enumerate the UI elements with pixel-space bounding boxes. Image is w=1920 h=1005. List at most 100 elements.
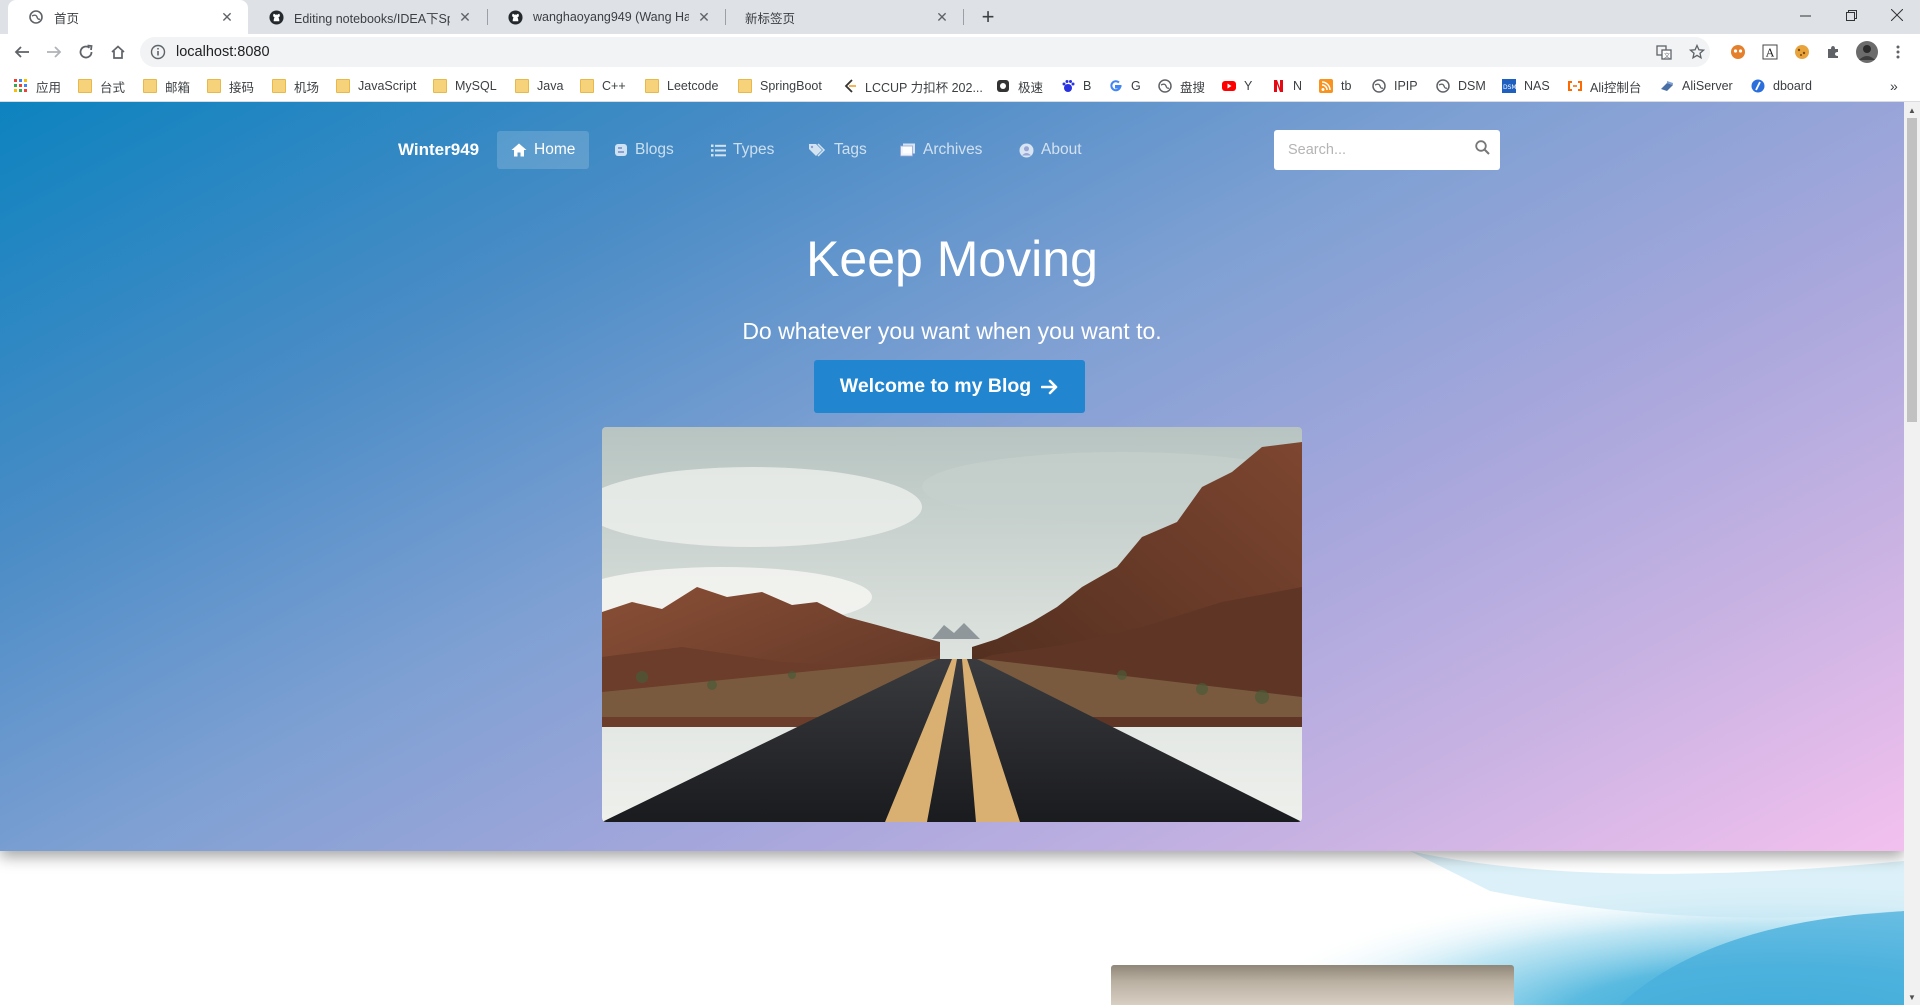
bookmark-folder[interactable]: Leetcode	[645, 77, 718, 95]
bookmark-label: 邮箱	[165, 80, 191, 95]
tab-strip: 首页 ✕ Editing notebooks/IDEA下Spri ✕ wangh…	[0, 0, 1920, 34]
nav-label: Blogs	[635, 141, 674, 158]
github-icon	[268, 9, 284, 25]
bookmark-link[interactable]: AliServer	[1660, 77, 1733, 95]
nav-label: About	[1041, 141, 1082, 158]
server-icon	[1660, 79, 1674, 93]
profile-avatar-icon[interactable]	[1854, 39, 1880, 65]
tags-icon	[809, 143, 827, 157]
more-bookmarks-icon[interactable]: »	[1890, 77, 1898, 95]
bookmark-link[interactable]: N	[1271, 77, 1302, 95]
bookmark-folder[interactable]: MySQL	[433, 77, 497, 95]
bookmark-link[interactable]: tb	[1319, 77, 1351, 95]
bookmark-link[interactable]: DSM NAS	[1502, 77, 1550, 95]
nav-archives[interactable]: Archives	[886, 131, 996, 169]
folder-icon	[515, 79, 529, 93]
page-viewport: Winter949 Home Blogs Types Tags Archives…	[0, 102, 1904, 1005]
home-button-icon[interactable]	[104, 38, 132, 66]
nav-label: Home	[534, 141, 576, 158]
folder-icon	[78, 79, 92, 93]
bookmark-folder[interactable]: 台式	[78, 77, 125, 95]
nav-types[interactable]: Types	[697, 131, 788, 169]
bookmark-folder[interactable]: C++	[580, 77, 626, 95]
search-icon[interactable]	[1475, 140, 1490, 160]
search-input[interactable]	[1288, 142, 1475, 158]
rss-icon	[1319, 79, 1333, 93]
google-icon	[1109, 79, 1123, 93]
browser-tab[interactable]: wanghaoyang949 (Wang Hao ✕	[487, 0, 725, 34]
forward-icon[interactable]	[40, 38, 68, 66]
bookmarks-bar: 应用 台式 邮箱 接码 机场 JavaScript MySQL Java C++…	[0, 70, 1920, 102]
address-bar[interactable]: localhost:8080	[140, 37, 1710, 67]
bookmark-star-icon[interactable]	[1688, 43, 1706, 61]
archive-icon	[900, 143, 916, 157]
bookmark-folder[interactable]: 邮箱	[143, 77, 190, 95]
extensions-puzzle-icon[interactable]	[1823, 42, 1843, 62]
tab-title: 新标签页	[745, 11, 796, 26]
bookmark-link[interactable]: 极速	[996, 77, 1043, 95]
back-icon[interactable]	[8, 38, 36, 66]
speed-icon	[996, 79, 1010, 93]
bookmark-folder[interactable]: 机场	[272, 77, 319, 95]
minimize-icon[interactable]	[1782, 0, 1828, 30]
nav-home[interactable]: Home	[497, 131, 590, 169]
site-search	[1274, 130, 1500, 170]
nav-blogs[interactable]: Blogs	[600, 131, 688, 169]
browser-tab[interactable]: Editing notebooks/IDEA下Spri ✕	[248, 0, 486, 34]
svg-text:文: 文	[1664, 52, 1670, 60]
bookmark-label: 机场	[294, 80, 320, 95]
cookie-icon[interactable]	[1792, 42, 1812, 62]
aliyun-icon	[1568, 79, 1582, 93]
post-card-image[interactable]	[1111, 965, 1514, 1005]
bookmark-link[interactable]: DSM	[1436, 77, 1486, 95]
nav-tags[interactable]: Tags	[795, 131, 881, 169]
nav-label: Archives	[923, 141, 983, 158]
bookmark-label: Y	[1244, 79, 1253, 93]
youtube-icon	[1222, 79, 1236, 93]
bookmark-link[interactable]: dboard	[1751, 77, 1812, 95]
scroll-down-icon[interactable]: ▼	[1904, 989, 1920, 1005]
bookmark-label: C++	[602, 79, 626, 93]
font-extension-icon[interactable]: A	[1760, 42, 1780, 62]
bookmark-link[interactable]: Ali控制台	[1568, 77, 1641, 95]
browser-tab-active[interactable]: 首页 ✕	[8, 0, 248, 34]
nav-about[interactable]: About	[1005, 131, 1096, 169]
bookmark-link[interactable]: G	[1109, 77, 1141, 95]
bookmark-folder[interactable]: 接码	[207, 77, 254, 95]
list-icon	[711, 144, 726, 157]
close-tab-icon[interactable]: ✕	[933, 8, 951, 26]
site-brand[interactable]: Winter949	[398, 140, 479, 160]
welcome-button[interactable]: Welcome to my Blog	[814, 360, 1085, 413]
browser-menu-icon[interactable]	[1888, 42, 1908, 62]
blog-icon	[614, 143, 628, 157]
tampermonkey-icon[interactable]	[1728, 42, 1748, 62]
close-window-icon[interactable]	[1874, 0, 1920, 30]
bookmark-folder[interactable]: Java	[515, 77, 563, 95]
bookmark-label: 盘搜	[1180, 80, 1206, 95]
reload-icon[interactable]	[72, 38, 100, 66]
bookmark-folder[interactable]: SpringBoot	[738, 77, 822, 95]
bookmark-link[interactable]: LCCUP 力扣杯 202...	[843, 77, 983, 95]
browser-tab[interactable]: 新标签页 ✕	[725, 0, 963, 34]
scroll-up-icon[interactable]: ▲	[1904, 102, 1920, 118]
home-icon	[511, 143, 527, 157]
bookmark-label: NAS	[1524, 79, 1550, 93]
translate-icon[interactable]: 文	[1655, 43, 1673, 61]
bookmark-label: Java	[537, 79, 564, 93]
bookmark-link[interactable]: IPIP	[1372, 77, 1418, 95]
restore-icon[interactable]	[1828, 0, 1874, 30]
bookmark-link[interactable]: Y	[1222, 77, 1252, 95]
info-icon[interactable]	[150, 44, 166, 60]
dsm-icon: DSM	[1502, 79, 1517, 93]
scrollbar-thumb[interactable]	[1907, 118, 1917, 422]
bookmark-apps[interactable]: 应用	[14, 77, 61, 95]
close-tab-icon[interactable]: ✕	[218, 8, 236, 26]
new-tab-button[interactable]: +	[976, 4, 1000, 29]
bookmark-link[interactable]: 盘搜	[1158, 77, 1205, 95]
hero-title: Keep Moving	[806, 231, 1098, 287]
close-tab-icon[interactable]: ✕	[695, 8, 713, 26]
close-tab-icon[interactable]: ✕	[456, 8, 474, 26]
bookmark-link[interactable]: B	[1061, 77, 1091, 95]
bookmark-label: 接码	[229, 80, 255, 95]
bookmark-folder[interactable]: JavaScript	[336, 77, 416, 95]
